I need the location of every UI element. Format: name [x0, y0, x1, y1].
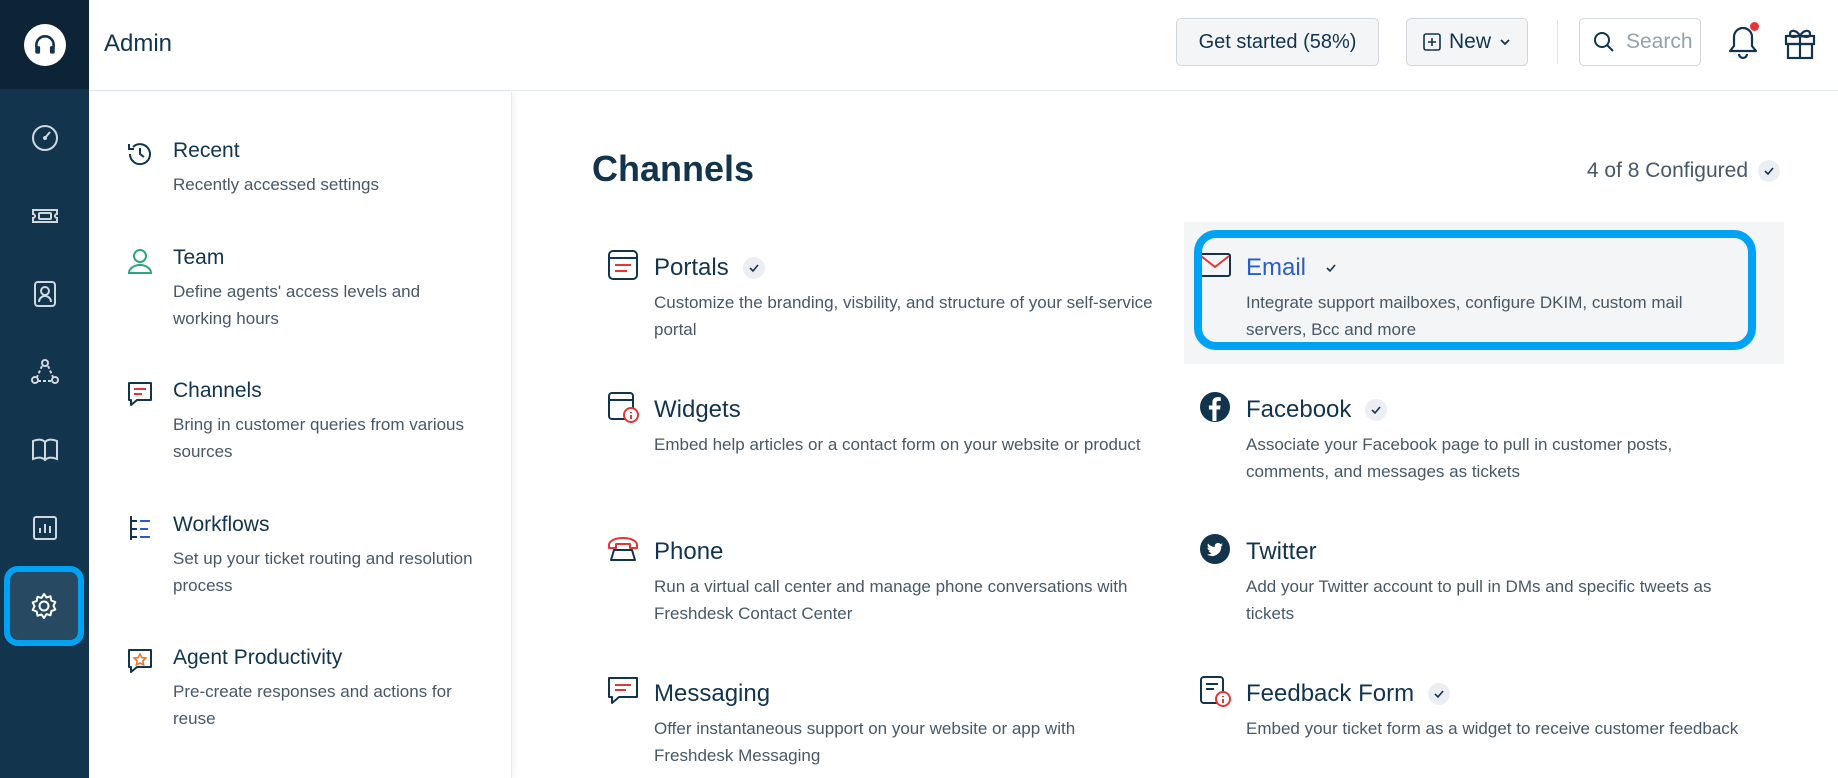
- gift-icon[interactable]: [1782, 22, 1818, 62]
- check-icon: [1365, 399, 1388, 421]
- channel-title: Messaging: [654, 680, 771, 707]
- channel-card-portals[interactable]: Portals Customize the branding, visbilit…: [592, 232, 1192, 364]
- new-button-label: New: [1448, 30, 1491, 53]
- new-button[interactable]: New: [1406, 18, 1528, 66]
- channel-desc: Associate your Facebook page to pull in …: [1246, 435, 1673, 481]
- phone-icon: [608, 537, 638, 561]
- sidebar-item-desc: Bring in customer queries from various s…: [173, 415, 465, 461]
- twitter-icon: [1200, 534, 1230, 564]
- sidebar-item-team[interactable]: Team Define agents' access levels and wo…: [125, 246, 495, 336]
- channel-title: Feedback Form: [1246, 680, 1415, 707]
- facebook-icon: [1200, 392, 1230, 422]
- ticket-icon: [31, 209, 58, 223]
- email-highlight-ring: [1194, 230, 1756, 350]
- reports-icon: [32, 516, 57, 540]
- sidebar-item-channels[interactable]: Channels Bring in customer queries from …: [125, 379, 495, 469]
- search-box[interactable]: [1579, 18, 1701, 66]
- channel-title: Phone: [654, 538, 724, 565]
- sidebar-item-desc: Set up your ticket routing and resolutio…: [173, 549, 473, 595]
- channel-desc: Add your Twitter account to pull in DMs …: [1246, 577, 1712, 623]
- page-title-admin: Admin: [104, 30, 173, 57]
- headset-logo-icon: [34, 34, 55, 54]
- rail-groups[interactable]: [0, 333, 89, 411]
- channel-desc: Embed your ticket form as a widget to re…: [1246, 719, 1739, 738]
- configured-count-label: 4 of 8 Configured: [1586, 159, 1748, 182]
- chevron-down-icon: [1500, 39, 1510, 46]
- channel-desc: Embed help articles or a contact form on…: [654, 435, 1141, 454]
- check-icon: [1428, 683, 1451, 705]
- dashboard-icon: [31, 125, 58, 151]
- sidebar-item-desc: Define agents' access levels and working…: [173, 282, 421, 328]
- channel-card-twitter[interactable]: Twitter Add your Twitter account to pull…: [1184, 516, 1784, 648]
- feedback-form-icon: [1200, 676, 1231, 707]
- portal-icon: [608, 250, 638, 280]
- sidebar-item-recent[interactable]: Recent Recently accessed settings: [125, 139, 495, 209]
- search-input[interactable]: [1626, 30, 1696, 54]
- history-icon: [128, 143, 151, 166]
- sidebar-item-workflows[interactable]: Workflows Set up your ticket routing and…: [125, 513, 495, 603]
- channel-card-widgets[interactable]: Widgets Embed help articles or a contact…: [592, 374, 1192, 506]
- rail-contacts[interactable]: [0, 255, 89, 333]
- search-icon: [1594, 32, 1614, 52]
- sidebar-item-desc: Pre-create responses and actions for reu…: [173, 682, 452, 728]
- get-started-button[interactable]: Get started (58%): [1176, 18, 1379, 66]
- rail-knowledge-base[interactable]: [0, 411, 89, 489]
- top-header: Admin Get started (58%) New: [89, 0, 1838, 91]
- user-icon: [127, 249, 153, 274]
- sidebar-item-title: Channels: [173, 379, 262, 402]
- settings-sidebar: Recent Recently accessed settings Team D…: [89, 92, 512, 778]
- channel-card-feedback-form[interactable]: Feedback Form Embed your ticket form as …: [1184, 658, 1784, 778]
- groups-icon: [30, 359, 59, 384]
- sidebar-item-agent-productivity[interactable]: Agent Productivity Pre-create responses …: [125, 646, 495, 736]
- channel-title: Facebook: [1246, 396, 1352, 423]
- sidebar-item-desc: Recently accessed settings: [173, 175, 379, 194]
- sidebar-item-title: Workflows: [173, 513, 270, 536]
- sidebar-item-title: Team: [173, 246, 225, 269]
- channel-desc: Customize the branding, visbility, and s…: [654, 293, 1153, 339]
- rail-reports[interactable]: [0, 489, 89, 567]
- notification-dot: [1750, 22, 1759, 31]
- plus-square-icon: [1423, 33, 1441, 51]
- app-logo[interactable]: [0, 0, 89, 89]
- gear-icon: [31, 593, 57, 619]
- channel-title: Twitter: [1246, 538, 1317, 565]
- rail-dashboard[interactable]: [0, 99, 89, 177]
- sidebar-item-title: Agent Productivity: [173, 646, 343, 669]
- channel-card-phone[interactable]: Phone Run a virtual call center and mana…: [592, 516, 1192, 648]
- widget-icon: [608, 392, 639, 423]
- rail-tickets[interactable]: [0, 177, 89, 255]
- left-rail: [0, 0, 89, 778]
- sidebar-item-title: Recent: [173, 139, 240, 162]
- channel-title: Portals: [654, 254, 729, 281]
- main-content: Channels 4 of 8 Configured Portals Custo…: [512, 92, 1838, 778]
- channel-desc: Run a virtual call center and manage pho…: [654, 577, 1128, 623]
- check-icon: [1758, 160, 1780, 182]
- channel-card-facebook[interactable]: Facebook Associate your Facebook page to…: [1184, 374, 1784, 506]
- channel-card-messaging[interactable]: Messaging Offer instantaneous support on…: [592, 658, 1192, 778]
- header-divider: [1557, 20, 1558, 64]
- book-icon: [31, 438, 58, 462]
- messaging-icon: [608, 677, 638, 704]
- rail-admin-settings[interactable]: [4, 566, 84, 646]
- check-icon: [742, 257, 765, 279]
- channel-title: Widgets: [654, 396, 741, 423]
- page-title: Channels: [592, 148, 755, 189]
- star-chat-icon: [128, 649, 152, 673]
- configured-count: 4 of 8 Configured: [1587, 159, 1780, 183]
- contacts-icon: [33, 281, 56, 307]
- workflow-icon: [130, 516, 150, 540]
- chat-lines-icon: [128, 382, 152, 406]
- channel-desc: Offer instantaneous support on your webs…: [654, 719, 1076, 765]
